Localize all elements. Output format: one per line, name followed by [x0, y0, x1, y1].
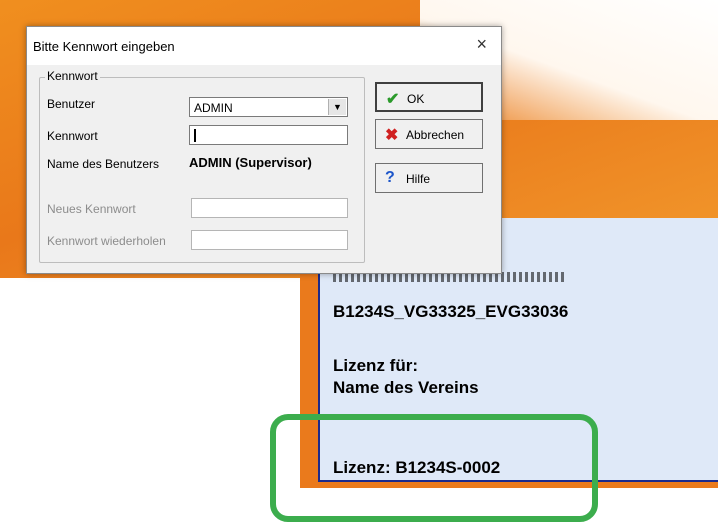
password-label: Kennwort — [47, 129, 98, 143]
repeat-password-label: Kennwort wiederholen — [47, 234, 166, 248]
new-password-input[interactable] — [191, 198, 348, 218]
text-caret — [194, 129, 196, 142]
dialog-titlebar: Bitte Kennwort eingeben × — [27, 27, 501, 65]
checkmark-icon: ✔ — [386, 91, 400, 108]
password-input[interactable] — [189, 125, 348, 145]
username-value: ADMIN (Supervisor) — [189, 155, 312, 170]
dialog-title: Bitte Kennwort eingeben — [33, 39, 175, 54]
close-icon[interactable]: × — [476, 34, 487, 55]
license-for-label: Lizenz für: — [333, 356, 418, 375]
cancel-button-label: Abbrechen — [406, 128, 465, 142]
highlight-box — [270, 414, 598, 522]
group-title: Kennwort — [45, 69, 100, 83]
user-label: Benutzer — [47, 97, 96, 111]
license-key-text: B1234S_VG33325_EVG33036 — [333, 302, 569, 321]
ok-button-label: OK — [407, 92, 425, 106]
chevron-down-icon[interactable]: ▼ — [328, 99, 346, 115]
help-button-label: Hilfe — [406, 172, 431, 186]
help-button[interactable]: ? Hilfe — [375, 163, 483, 193]
username-label: Name des Benutzers — [47, 157, 160, 171]
user-combobox[interactable]: ADMIN ▼ — [189, 97, 348, 117]
cancel-button[interactable]: ✖ Abbrechen — [375, 119, 483, 149]
red-x-icon: ✖ — [385, 127, 399, 144]
blank-area — [0, 278, 300, 525]
ok-button[interactable]: ✔ OK — [375, 82, 483, 112]
password-dialog: Bitte Kennwort eingeben × Kennwort Benut… — [26, 26, 502, 274]
club-name-text: Name des Vereins — [333, 378, 479, 397]
user-combobox-value: ADMIN — [194, 101, 233, 115]
repeat-password-input[interactable] — [191, 230, 348, 250]
new-password-label: Neues Kennwort — [47, 202, 136, 216]
question-icon: ? — [385, 169, 395, 186]
